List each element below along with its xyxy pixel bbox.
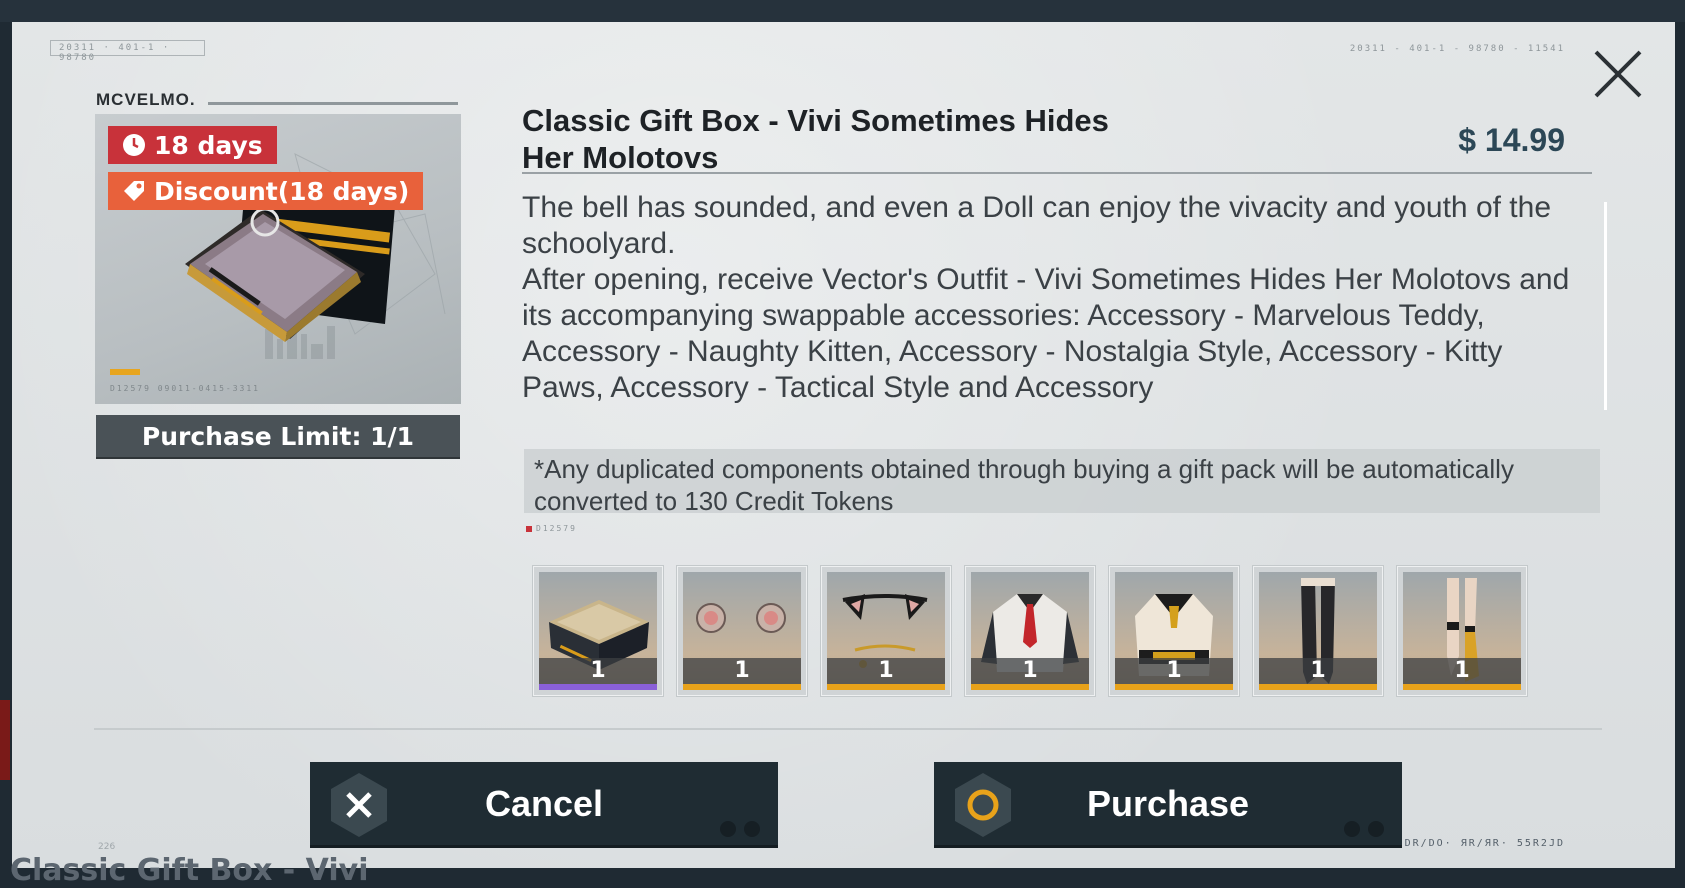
- purchase-button[interactable]: Purchase: [934, 762, 1402, 848]
- art-accent-bar: [110, 369, 140, 375]
- reward-item[interactable]: 1: [821, 566, 951, 696]
- reward-item[interactable]: 1: [533, 566, 663, 696]
- product-price: $ 14.99: [1458, 122, 1565, 158]
- close-button[interactable]: [1590, 46, 1646, 102]
- tag-icon: [124, 181, 144, 201]
- background-top-strip: [0, 0, 1685, 22]
- reward-item[interactable]: 1: [677, 566, 807, 696]
- brand-divider: [208, 102, 458, 105]
- decor-dots: [1344, 821, 1384, 837]
- item-quantity: 1: [683, 658, 801, 684]
- clock-icon: [123, 134, 145, 156]
- header-code-left: 20311 · 401-1 · 98780: [50, 40, 205, 63]
- title-divider: [522, 172, 1592, 174]
- purchase-dialog: 20311 · 401-1 · 98780 20311 - 401-1 - 98…: [12, 22, 1675, 868]
- reward-item[interactable]: 1: [965, 566, 1095, 696]
- item-quantity: 1: [1403, 658, 1521, 684]
- rarity-bar: [683, 684, 801, 690]
- brand-logo: MCVELMO.: [96, 90, 196, 109]
- product-description[interactable]: The bell has sounded, and even a Doll ca…: [522, 190, 1592, 426]
- item-quantity: 1: [1115, 658, 1233, 684]
- cancel-button[interactable]: Cancel: [310, 762, 778, 848]
- items-code: D12579: [526, 524, 577, 533]
- rarity-bar: [827, 684, 945, 690]
- product-title: Classic Gift Box - Vivi Sometimes Hides …: [522, 103, 1109, 175]
- rarity-bar: [971, 684, 1089, 690]
- discount-badge: Discount(18 days): [108, 172, 424, 210]
- discount-label: Discount(18 days): [154, 176, 410, 206]
- reward-item[interactable]: 1: [1253, 566, 1383, 696]
- footer-code-left: 226: [98, 842, 116, 852]
- days-remaining-badge: 18 days: [108, 126, 277, 164]
- decor-dots: [720, 821, 760, 837]
- footer-code-right: DR/DO· ЯR/ЯR· 55R2JD: [1404, 838, 1565, 849]
- item-quantity: 1: [1259, 658, 1377, 684]
- rarity-bar: [539, 684, 657, 690]
- purchase-limit: Purchase Limit: 1/1: [96, 415, 460, 459]
- item-quantity: 1: [539, 658, 657, 684]
- rarity-bar: [1403, 684, 1521, 690]
- header-code-right: 20311 - 401-1 - 98780 - 11541: [1349, 44, 1565, 54]
- item-quantity: 1: [971, 658, 1089, 684]
- reward-item[interactable]: 1: [1397, 566, 1527, 696]
- rarity-bar: [1115, 684, 1233, 690]
- description-paragraph: After opening, receive Vector's Outfit -…: [522, 263, 1570, 404]
- footer-divider: [94, 728, 1602, 730]
- duplicate-note: *Any duplicated components obtained thro…: [524, 449, 1600, 516]
- background-accent: [0, 700, 10, 780]
- item-quantity: 1: [827, 658, 945, 684]
- description-scrollbar[interactable]: [1604, 202, 1607, 410]
- reward-items: 1 1 1 1 1 1 1: [533, 566, 1527, 696]
- background-title: Classic Gift Box - Vivi: [10, 853, 369, 888]
- description-paragraph: The bell has sounded, and even a Doll ca…: [522, 191, 1552, 260]
- reward-item[interactable]: 1: [1109, 566, 1239, 696]
- days-remaining-label: 18 days: [154, 130, 263, 160]
- art-code: D12579 09011-0415-3311: [110, 384, 260, 393]
- close-icon: [1594, 50, 1642, 98]
- rarity-bar: [1259, 684, 1377, 690]
